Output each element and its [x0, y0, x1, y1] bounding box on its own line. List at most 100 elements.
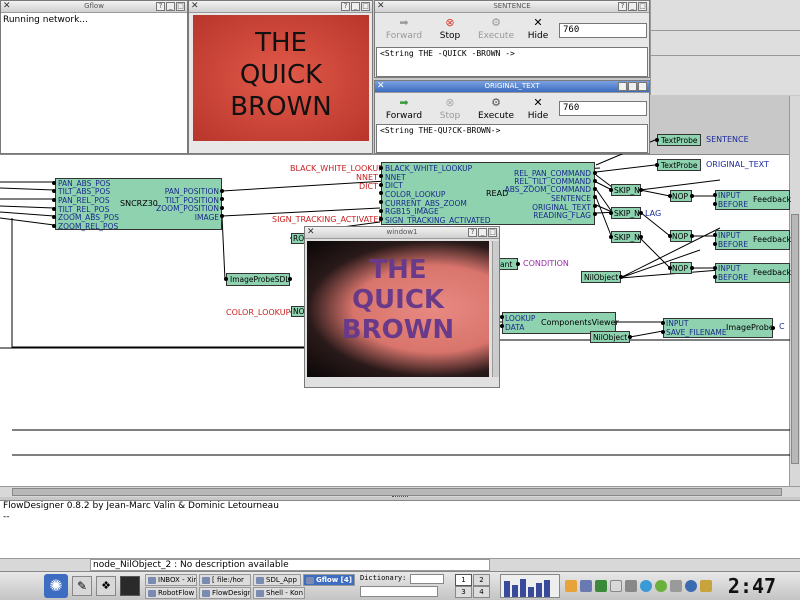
hide-button[interactable]: ✕ Hide [515, 15, 561, 49]
task-robotflow[interactable]: RobotFlow [145, 587, 197, 599]
original-text-window: ✕ ORIGINAL_TEXT ? _ □ ➡ Forward ⊗ Stop ⚙ E… [374, 80, 650, 154]
task-label: FlowDesign [212, 589, 251, 597]
help-icon[interactable]: ? [468, 228, 477, 237]
sentence-title: SENTENCE [493, 2, 531, 10]
speaker-icon[interactable] [625, 580, 637, 592]
sentence-window: ✕ SENTENCE ? _ □ ➡ Forward ⊗ Stop ⚙ Execut… [374, 0, 650, 78]
execute-label: Execute [478, 111, 514, 121]
pager-desktop-4[interactable]: 4 [473, 586, 490, 598]
close-icon[interactable]: ✕ [377, 2, 385, 11]
task-file-browser[interactable]: [ file:/hor [199, 574, 251, 586]
app-icon [306, 577, 314, 584]
arrow-right-icon: ➡ [399, 16, 409, 29]
maximize-icon[interactable]: □ [638, 82, 647, 91]
maximize-icon[interactable]: □ [638, 2, 647, 11]
stop-icon: ⊗ [445, 96, 455, 109]
processed-text-line-2: QUICK [351, 285, 445, 315]
processed-text-line-3: BROWN [341, 315, 455, 345]
task-shell[interactable]: Shell - Kon [253, 587, 305, 599]
task-label: RobotFlow [158, 589, 195, 597]
stop-icon: ⊗ [445, 16, 455, 29]
task-inbox[interactable]: INBOX - Xim [145, 574, 197, 586]
pager: 1 2 3 4 [455, 574, 491, 598]
original-text-title: ORIGINAL_TEXT [484, 82, 540, 90]
processed-image: THE QUICK BROWN [307, 241, 489, 377]
window1-scrollbar[interactable] [492, 241, 499, 377]
execute-label: Execute [478, 31, 514, 41]
network-icon[interactable] [595, 580, 607, 592]
dictionary-label: Dictionary: [360, 574, 407, 582]
chat-icon[interactable] [655, 580, 667, 592]
globe-icon[interactable] [685, 580, 697, 592]
close-icon: ✕ [533, 16, 543, 29]
folder-icon [202, 577, 210, 584]
klipper-icon[interactable] [610, 580, 622, 592]
console-panel[interactable]: FlowDesigner 0.8.2 by Jean-Marc Valin & … [0, 500, 800, 558]
hide-label: Hide [527, 31, 549, 41]
terminal-icon[interactable]: ❖ [96, 576, 116, 596]
task-gflow[interactable]: Gflow [4] [303, 574, 355, 586]
monitor-icon[interactable] [120, 576, 140, 596]
color-icon[interactable] [565, 580, 577, 592]
app-icon [202, 590, 210, 597]
minimize-icon[interactable]: _ [478, 228, 487, 237]
window1-titlebar[interactable]: ✕ window1 ? _ □ [305, 227, 499, 239]
close-icon[interactable]: ✕ [377, 82, 385, 91]
forward-label: Forward [385, 111, 423, 121]
minimize-icon[interactable]: _ [628, 82, 637, 91]
editor-icon[interactable]: ✎ [72, 576, 92, 596]
volume-icon[interactable] [580, 580, 592, 592]
gear-icon: ⚙ [491, 16, 501, 29]
forward-button[interactable]: ➡ Forward [381, 15, 427, 49]
stop-label: Stop [439, 31, 461, 41]
task-label: [ file:/hor [212, 576, 244, 584]
sentence-output[interactable]: <String THE -QUICK -BROWN -> [376, 47, 648, 77]
lock-icon[interactable] [700, 580, 712, 592]
settings-icon[interactable] [670, 580, 682, 592]
sentence-titlebar[interactable]: ✕ SENTENCE ? _ □ [375, 1, 649, 13]
app-icon [148, 590, 156, 597]
sentence-value-field[interactable]: 760 [559, 23, 647, 38]
close-icon[interactable]: ✕ [307, 228, 315, 237]
clock[interactable]: 2:47 [712, 573, 792, 599]
kde-menu-icon[interactable]: ✺ [44, 574, 68, 598]
close-icon: ✕ [533, 96, 543, 109]
help-icon[interactable]: ? [618, 82, 627, 91]
task-label: SDL_App [266, 576, 297, 584]
dictionary-select[interactable] [360, 586, 438, 597]
task-label: Gflow [4] [316, 576, 352, 584]
app-icon [256, 577, 264, 584]
maximize-icon[interactable]: □ [488, 228, 497, 237]
processed-text-line-1: THE [369, 255, 427, 285]
pager-desktop-2[interactable]: 2 [473, 574, 490, 586]
original-text-value-field[interactable]: 760 [559, 101, 647, 116]
stop-button[interactable]: ⊗ Stop [427, 15, 473, 49]
window1-title: window1 [386, 228, 418, 236]
status-bar: node_NilObject_2 : No description availa… [0, 558, 800, 571]
window1: ✕ window1 ? _ □ THE QUICK BROWN [304, 226, 500, 388]
task-label: INBOX - Xim [158, 576, 197, 584]
dictionary-input[interactable] [410, 574, 444, 584]
mail-icon [148, 577, 156, 584]
execute-button[interactable]: ⚙ Execute [473, 15, 519, 49]
pager-desktop-1[interactable]: 1 [455, 574, 472, 586]
task-label: Shell - Kon [266, 589, 304, 597]
update-icon[interactable] [640, 580, 652, 592]
terminal-icon [256, 590, 264, 597]
task-flowdesigner[interactable]: FlowDesign [199, 587, 251, 599]
console-line-2: -- [3, 512, 10, 522]
stop-label: Stop [439, 111, 461, 121]
original-text-titlebar[interactable]: ✕ ORIGINAL_TEXT ? _ □ [375, 81, 649, 93]
original-text-output[interactable]: <String THE-QU?CK-BROWN-> [376, 124, 648, 153]
gear-icon: ⚙ [491, 96, 501, 109]
help-icon[interactable]: ? [618, 2, 627, 11]
forward-label: Forward [385, 31, 423, 41]
console-line-1: FlowDesigner 0.8.2 by Jean-Marc Valin & … [3, 501, 279, 511]
hide-label: Hide [527, 111, 549, 121]
system-monitor [500, 574, 560, 598]
arrow-right-icon: ➡ [399, 96, 409, 109]
pager-desktop-3[interactable]: 3 [455, 586, 472, 598]
task-sdl-app[interactable]: SDL_App [253, 574, 301, 586]
minimize-icon[interactable]: _ [628, 2, 637, 11]
status-text: node_NilObject_2 : No description availa… [90, 559, 490, 571]
